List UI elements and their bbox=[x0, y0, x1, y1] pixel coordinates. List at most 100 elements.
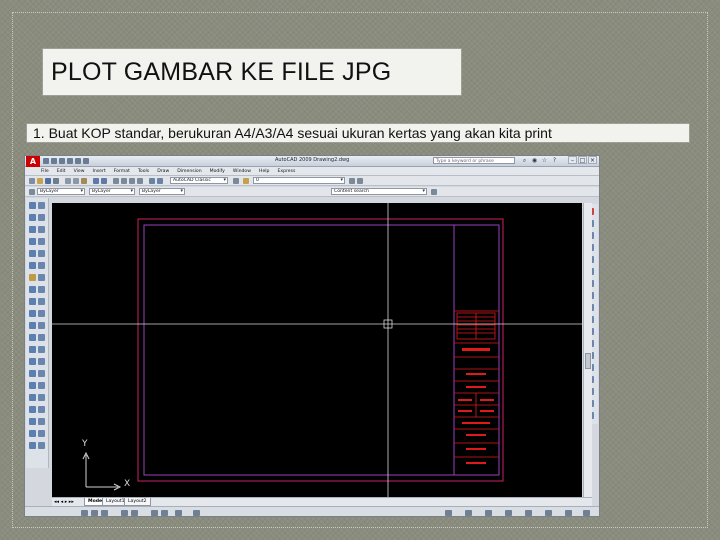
list-icon[interactable] bbox=[38, 442, 45, 449]
revision-cloud-icon[interactable] bbox=[38, 238, 45, 245]
paste-icon[interactable] bbox=[81, 178, 87, 184]
model-space-icon[interactable] bbox=[445, 510, 452, 516]
plot-icon[interactable] bbox=[83, 158, 89, 164]
open-icon[interactable] bbox=[51, 158, 57, 164]
lineweight-toggle-icon[interactable] bbox=[193, 510, 200, 516]
open-drawing-icon[interactable] bbox=[37, 178, 43, 184]
text-style-icon[interactable] bbox=[29, 189, 35, 195]
zoom-window-icon[interactable] bbox=[129, 178, 135, 184]
help-icon[interactable]: ? bbox=[551, 157, 558, 164]
zoom-realtime-icon[interactable] bbox=[121, 178, 127, 184]
save-icon[interactable] bbox=[59, 158, 65, 164]
rotate-icon[interactable] bbox=[38, 346, 45, 353]
design-center-icon[interactable] bbox=[157, 178, 163, 184]
menu-help[interactable]: Help bbox=[255, 167, 273, 175]
mirror-icon[interactable] bbox=[38, 322, 45, 329]
search-icon[interactable]: ⌕ bbox=[521, 157, 528, 164]
layer-properties-icon[interactable] bbox=[243, 178, 249, 184]
snap-toggle-icon[interactable] bbox=[81, 510, 88, 516]
workspace-switching-icon[interactable] bbox=[545, 510, 552, 516]
scrollbar-thumb[interactable] bbox=[585, 353, 591, 369]
close-icon[interactable]: × bbox=[588, 156, 597, 164]
menu-modify[interactable]: Modify bbox=[206, 167, 229, 175]
maximize-icon[interactable]: □ bbox=[578, 156, 587, 164]
otrack-toggle-icon[interactable] bbox=[151, 510, 158, 516]
osnap-toggle-icon[interactable] bbox=[131, 510, 138, 516]
style-dropdown[interactable]: ByLayer bbox=[37, 188, 85, 195]
menu-file[interactable]: File bbox=[37, 167, 53, 175]
zoom-status-icon[interactable] bbox=[505, 510, 512, 516]
break-icon[interactable] bbox=[29, 382, 36, 389]
minimize-icon[interactable]: – bbox=[568, 156, 577, 164]
save-drawing-icon[interactable] bbox=[45, 178, 51, 184]
autocad-logo-icon[interactable]: A bbox=[26, 156, 40, 167]
tab-layout2[interactable]: Layout2 bbox=[124, 498, 151, 506]
dimension-radius-icon[interactable] bbox=[29, 430, 36, 437]
draw-order-icon[interactable] bbox=[38, 406, 45, 413]
menu-window[interactable]: Window bbox=[229, 167, 255, 175]
polygon-icon[interactable] bbox=[38, 214, 45, 221]
lock-icon[interactable] bbox=[565, 510, 572, 516]
trim-icon[interactable] bbox=[29, 370, 36, 377]
layer-dropdown[interactable]: 0 bbox=[253, 177, 345, 184]
pan-status-icon[interactable] bbox=[485, 510, 492, 516]
dyn-toggle-icon[interactable] bbox=[175, 510, 182, 516]
linetype-dropdown[interactable]: ByLayer bbox=[139, 188, 185, 195]
grid-toggle-icon[interactable] bbox=[91, 510, 98, 516]
ortho-toggle-icon[interactable] bbox=[101, 510, 108, 516]
polyline-icon[interactable] bbox=[29, 214, 36, 221]
clean-screen-icon[interactable] bbox=[583, 510, 590, 516]
redo-icon[interactable] bbox=[75, 158, 81, 164]
cut-icon[interactable] bbox=[65, 178, 71, 184]
zoom-previous-icon[interactable] bbox=[137, 178, 143, 184]
table-icon[interactable] bbox=[38, 298, 45, 305]
ellipse-icon[interactable] bbox=[38, 250, 45, 257]
scale-icon[interactable] bbox=[29, 358, 36, 365]
line-icon[interactable] bbox=[29, 202, 36, 209]
erase-icon[interactable] bbox=[38, 310, 45, 317]
help-search-input[interactable]: Type a keyword or phrase bbox=[433, 157, 515, 164]
annotation-scale-icon[interactable] bbox=[525, 510, 532, 516]
offset-icon[interactable] bbox=[29, 334, 36, 341]
stretch-icon[interactable] bbox=[38, 358, 45, 365]
menu-draw[interactable]: Draw bbox=[153, 167, 173, 175]
make-block-icon[interactable] bbox=[29, 274, 36, 281]
ellipse-arc-icon[interactable] bbox=[29, 262, 36, 269]
layer-previous-icon[interactable] bbox=[357, 178, 363, 184]
dimension-linear-icon[interactable] bbox=[29, 418, 36, 425]
chamfer-icon[interactable] bbox=[29, 394, 36, 401]
menu-edit[interactable]: Edit bbox=[53, 167, 70, 175]
print-icon[interactable] bbox=[53, 178, 59, 184]
menu-dimension[interactable]: Dimension bbox=[173, 167, 205, 175]
new-drawing-icon[interactable] bbox=[29, 178, 35, 184]
menu-express[interactable]: Express bbox=[273, 167, 299, 175]
color-dropdown[interactable]: ByLayer bbox=[89, 188, 135, 195]
ducs-toggle-icon[interactable] bbox=[161, 510, 168, 516]
menu-insert[interactable]: Insert bbox=[89, 167, 110, 175]
make-current-layer-icon[interactable] bbox=[349, 178, 355, 184]
array-icon[interactable] bbox=[38, 334, 45, 341]
construction-line-icon[interactable] bbox=[38, 202, 45, 209]
communication-center-icon[interactable]: ◉ bbox=[531, 157, 538, 164]
leader-icon[interactable] bbox=[38, 430, 45, 437]
pan-icon[interactable] bbox=[113, 178, 119, 184]
copy-object-icon[interactable] bbox=[29, 322, 36, 329]
fillet-icon[interactable] bbox=[38, 394, 45, 401]
point-icon[interactable] bbox=[38, 274, 45, 281]
undo-toolbar-icon[interactable] bbox=[93, 178, 99, 184]
menu-tools[interactable]: Tools bbox=[134, 167, 153, 175]
properties-icon[interactable] bbox=[149, 178, 155, 184]
hatch-icon[interactable] bbox=[29, 286, 36, 293]
multiline-text-icon[interactable] bbox=[29, 310, 36, 317]
polar-toggle-icon[interactable] bbox=[121, 510, 128, 516]
region-icon[interactable] bbox=[29, 298, 36, 305]
new-icon[interactable] bbox=[43, 158, 49, 164]
join-icon[interactable] bbox=[38, 382, 45, 389]
menu-view[interactable]: View bbox=[70, 167, 89, 175]
arc-icon[interactable] bbox=[38, 226, 45, 233]
drawing-area[interactable]: Y X bbox=[52, 203, 582, 497]
measure-icon[interactable] bbox=[29, 442, 36, 449]
favorites-icon[interactable]: ☆ bbox=[541, 157, 548, 164]
spline-icon[interactable] bbox=[29, 250, 36, 257]
insert-block-icon[interactable] bbox=[38, 262, 45, 269]
